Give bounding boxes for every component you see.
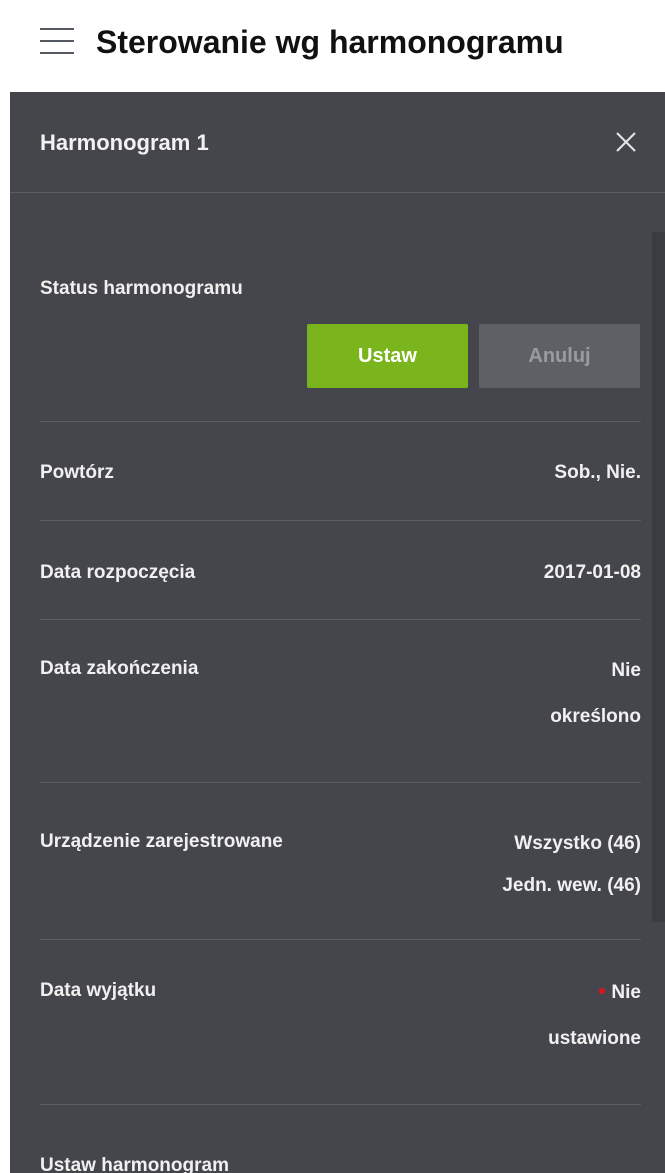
start-date-label: Data rozpoczęcia xyxy=(40,562,196,583)
hamburger-menu-icon[interactable] xyxy=(40,28,74,54)
repeat-row[interactable]: Powtórz Sob., Nie. xyxy=(40,422,641,521)
schedule-details: Status harmonogramu Ustaw Anuluj Powtórz… xyxy=(40,193,641,1173)
start-date-row[interactable]: Data rozpoczęcia 2017-01-08 xyxy=(40,521,641,620)
close-icon[interactable] xyxy=(614,130,638,154)
devices-indoor-count: Jedn. wew. (46) xyxy=(502,875,641,896)
cancel-button[interactable]: Anuluj xyxy=(479,324,640,388)
registered-devices-row[interactable]: Urządzenie zarejestrowane Wszystko (46) … xyxy=(40,783,641,940)
exception-date-row[interactable]: Data wyjątku Nie ustawione xyxy=(40,940,641,1105)
app-header: Sterowanie wg harmonogramu xyxy=(0,0,665,92)
set-schedule-label: Ustaw harmonogram xyxy=(40,1155,229,1173)
end-date-value: Nie określono xyxy=(550,648,641,740)
exception-date-value-line1: Nie xyxy=(611,982,641,1003)
page-title: Sterowanie wg harmonogramu xyxy=(96,24,564,60)
set-button[interactable]: Ustaw xyxy=(307,324,468,388)
schedule-detail-panel: Harmonogram 1 Status harmonogramu Ustaw … xyxy=(10,92,665,1173)
registered-devices-label: Urządzenie zarejestrowane xyxy=(40,831,283,852)
end-date-value-line2: określono xyxy=(550,706,641,727)
exception-date-label: Data wyjątku xyxy=(40,980,157,1001)
start-date-value: 2017-01-08 xyxy=(543,562,641,583)
set-schedule-row[interactable]: Ustaw harmonogram xyxy=(40,1105,641,1173)
repeat-label: Powtórz xyxy=(40,462,114,483)
end-date-label: Data zakończenia xyxy=(40,658,199,679)
devices-all-count: Wszystko (46) xyxy=(514,833,641,854)
panel-scrollbar[interactable] xyxy=(652,232,665,922)
exception-date-value-line2: ustawione xyxy=(548,1028,641,1049)
panel-header: Harmonogram 1 xyxy=(10,92,665,193)
repeat-value: Sob., Nie. xyxy=(554,462,641,483)
registered-devices-value: Wszystko (46) Jedn. wew. (46) xyxy=(502,823,641,907)
required-indicator-dot xyxy=(599,987,606,994)
end-date-row[interactable]: Data zakończenia Nie określono xyxy=(40,620,641,783)
status-row: Status harmonogramu Ustaw Anuluj xyxy=(40,193,641,422)
panel-title: Harmonogram 1 xyxy=(40,130,209,155)
exception-date-value: Nie ustawione xyxy=(548,970,641,1062)
end-date-value-line1: Nie xyxy=(611,660,641,681)
status-label: Status harmonogramu xyxy=(40,278,243,299)
